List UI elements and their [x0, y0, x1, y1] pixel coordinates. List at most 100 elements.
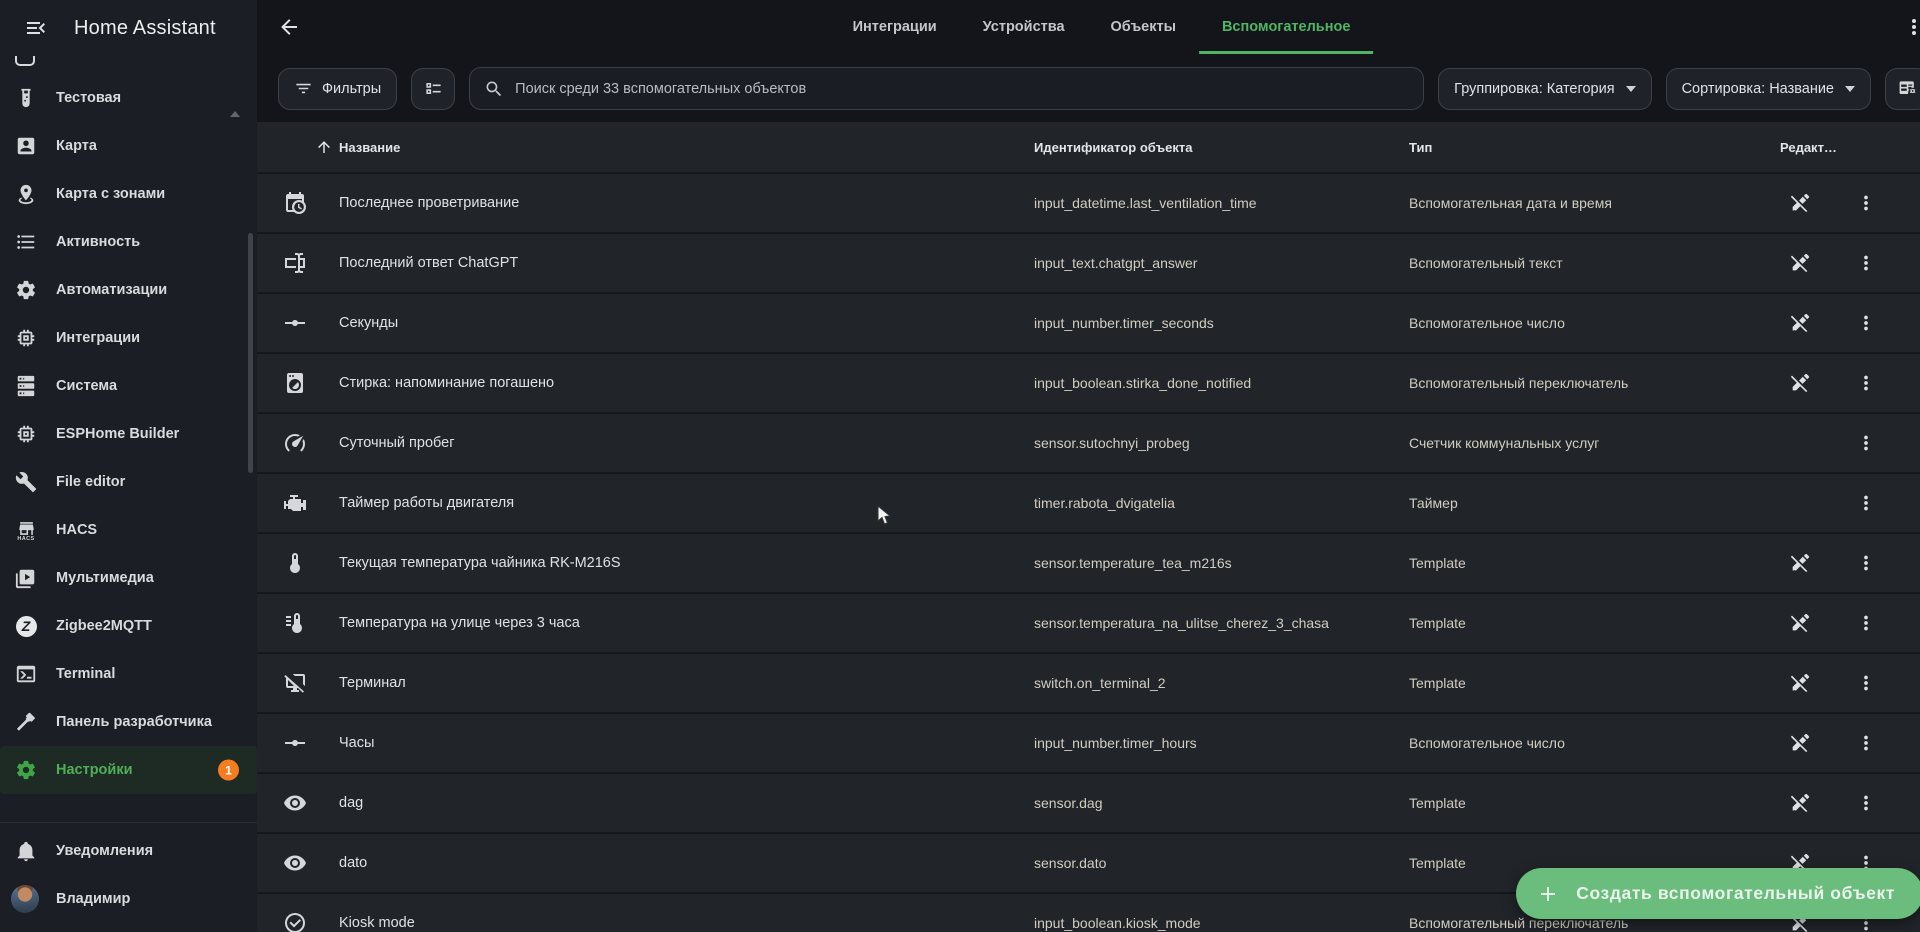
pencil-off-icon[interactable] — [1780, 183, 1820, 223]
sidebar-item-карта-с-зонами[interactable]: Карта с зонами — [0, 170, 257, 218]
table-row[interactable]: Текущая температура чайника RK-M216S sens… — [257, 534, 1920, 594]
tab-Устройства[interactable]: Устройства — [960, 0, 1088, 54]
row-type: Вспомогательная дата и время — [1409, 195, 1612, 211]
row-menu-dots-icon[interactable] — [1846, 543, 1886, 583]
row-actions — [1780, 303, 1920, 343]
cog-icon — [14, 758, 38, 782]
back-arrow-icon[interactable] — [269, 7, 309, 47]
pencil-off-icon[interactable] — [1780, 783, 1820, 823]
cog-icon — [14, 278, 38, 302]
sidebar-item-карта[interactable]: Карта — [0, 122, 257, 170]
table-row[interactable]: Температура на улице через 3 часа sensor.… — [257, 594, 1920, 654]
chip-icon — [14, 422, 38, 446]
table-row[interactable]: Стирка: напоминание погашено input_boolea… — [257, 354, 1920, 414]
pencil-off-icon[interactable] — [1780, 543, 1820, 583]
pencil-off-icon[interactable] — [1780, 723, 1820, 763]
create-helper-fab[interactable]: Создать вспомогательный объект — [1516, 868, 1920, 919]
row-name: Стирка: напоминание погашено — [339, 375, 555, 391]
sidebar-item-terminal[interactable]: Terminal — [0, 650, 257, 698]
sidebar-item-активность[interactable]: Активность — [0, 218, 257, 266]
sidebar-item-hacs[interactable]: HACS HACS — [0, 506, 257, 554]
menu-open-icon[interactable] — [16, 8, 56, 48]
row-entity-id: sensor.sutochnyi_probeg — [1034, 435, 1190, 451]
sidebar-item-интеграции[interactable]: Интеграции — [0, 314, 257, 362]
row-menu-dots-icon[interactable] — [1846, 483, 1886, 523]
row-menu-dots-icon[interactable] — [1846, 783, 1886, 823]
row-menu-dots-icon[interactable] — [1846, 243, 1886, 283]
console-icon — [14, 662, 38, 686]
sidebar-scrollbar[interactable] — [248, 233, 253, 473]
row-actions — [1780, 483, 1920, 523]
pencil-off-icon[interactable] — [1780, 363, 1820, 403]
sidebar-item-мультимедиа[interactable]: Мультимедиа — [0, 554, 257, 602]
column-header-type[interactable]: Тип — [1409, 140, 1780, 155]
pencil-off-icon[interactable] — [1780, 663, 1820, 703]
overflow-menu-icon[interactable] — [1894, 7, 1920, 47]
list-checks-icon — [426, 82, 441, 95]
row-name: Kiosk mode — [339, 915, 415, 931]
sidebar-item-label: HACS — [56, 522, 98, 538]
sidebar-nav: Тестовая Карта Карта с зонами Активность Авт… — [0, 56, 257, 822]
sidebar-item-автоматизации[interactable]: Автоматизации — [0, 266, 257, 314]
filters-button[interactable]: Фильтры — [278, 67, 398, 110]
pencil-off-icon[interactable] — [1780, 303, 1820, 343]
table-row[interactable]: Терминал switch.on_terminal_2 Template — [257, 654, 1920, 714]
tab-Интеграции[interactable]: Интеграции — [830, 0, 960, 54]
bell-icon — [14, 839, 38, 863]
row-menu-dots-icon[interactable] — [1846, 723, 1886, 763]
column-header-edit[interactable]: Редакт… — [1780, 140, 1920, 155]
sidebar-item-панель-разработчика[interactable]: Панель разработчика — [0, 698, 257, 746]
selection-mode-button[interactable] — [411, 67, 456, 110]
main-area: Интеграции Устройства Объекты Вспомогательн… — [257, 0, 1920, 932]
grouping-dropdown[interactable]: Группировка: Категория — [1438, 67, 1652, 110]
sidebar-item-label: Zigbee2MQTT — [56, 618, 152, 634]
sidebar-item-user[interactable]: Владимир — [0, 875, 257, 923]
sidebar-scroll-up-icon[interactable] — [230, 111, 240, 117]
table-settings-button[interactable] — [1885, 67, 1920, 110]
sorting-dropdown[interactable]: Сортировка: Название — [1665, 67, 1871, 110]
tab-Вспомогательное[interactable]: Вспомогательное — [1198, 0, 1374, 54]
table-row[interactable]: dag sensor.dag Template — [257, 774, 1920, 834]
toolbar: Фильтры Группировка: Категория Сортировк… — [257, 54, 1920, 110]
sidebar-item-zigbee2mqtt[interactable]: Z Zigbee2MQTT — [0, 602, 257, 650]
table-row[interactable]: Последнее проветривание input_datetime.la… — [257, 174, 1920, 234]
row-menu-dots-icon[interactable] — [1846, 183, 1886, 223]
zigbee-icon: Z — [14, 614, 38, 638]
pencil-off-icon[interactable] — [1780, 243, 1820, 283]
row-type: Вспомогательный текст — [1409, 255, 1563, 271]
row-menu-dots-icon[interactable] — [1846, 423, 1886, 463]
tab-Объекты[interactable]: Объекты — [1088, 0, 1199, 54]
sidebar-header: Home Assistant — [0, 0, 257, 56]
row-type: Template — [1409, 795, 1466, 811]
row-menu-dots-icon[interactable] — [1846, 303, 1886, 343]
table-row[interactable]: Суточный пробег sensor.sutochnyi_probeg Сч… — [257, 414, 1920, 474]
table-row[interactable]: Часы input_number.timer_hours Вспомогатель… — [257, 714, 1920, 774]
table-row[interactable]: Последний ответ ChatGPT input_text.chatgp… — [257, 234, 1920, 294]
table-header-row: Название Идентификатор объекта Тип Редак… — [257, 122, 1920, 174]
search-input[interactable] — [515, 80, 1410, 97]
sidebar-item-тестовая[interactable]: Тестовая — [0, 74, 257, 122]
check-circle-icon — [283, 911, 339, 932]
sidebar-item-esphome-builder[interactable]: ESPHome Builder — [0, 410, 257, 458]
table-row[interactable]: Секунды input_number.timer_seconds Вспомог… — [257, 294, 1920, 354]
row-name: Суточный пробег — [339, 435, 455, 451]
row-menu-dots-icon[interactable] — [1846, 603, 1886, 643]
row-name: Часы — [339, 735, 375, 751]
sidebar-item-настройки[interactable]: Настройки 1 — [0, 746, 257, 794]
ray-vertex-icon — [283, 311, 339, 335]
sidebar-item-label: Мультимедиа — [56, 570, 154, 586]
app-root: Home Assistant Тестовая Карта Карта с зона… — [0, 0, 1920, 932]
pencil-off-icon[interactable] — [1780, 603, 1820, 643]
row-menu-dots-icon[interactable] — [1846, 363, 1886, 403]
row-menu-dots-icon[interactable] — [1846, 663, 1886, 703]
sidebar-item-система[interactable]: Система — [0, 362, 257, 410]
row-entity-id: input_text.chatgpt_answer — [1034, 255, 1198, 271]
column-header-name[interactable]: Название — [315, 138, 1034, 156]
row-name: Последний ответ ChatGPT — [339, 255, 519, 271]
grouping-label: Группировка: Категория — [1454, 80, 1615, 97]
table-row[interactable]: Таймер работы двигателя timer.rabota_dvig… — [257, 474, 1920, 534]
sidebar-item-notifications[interactable]: Уведомления — [0, 827, 257, 875]
column-header-entity-id[interactable]: Идентификатор объекта — [1034, 140, 1409, 155]
washing-machine-icon — [283, 371, 339, 395]
sidebar-item-file-editor[interactable]: File editor — [0, 458, 257, 506]
